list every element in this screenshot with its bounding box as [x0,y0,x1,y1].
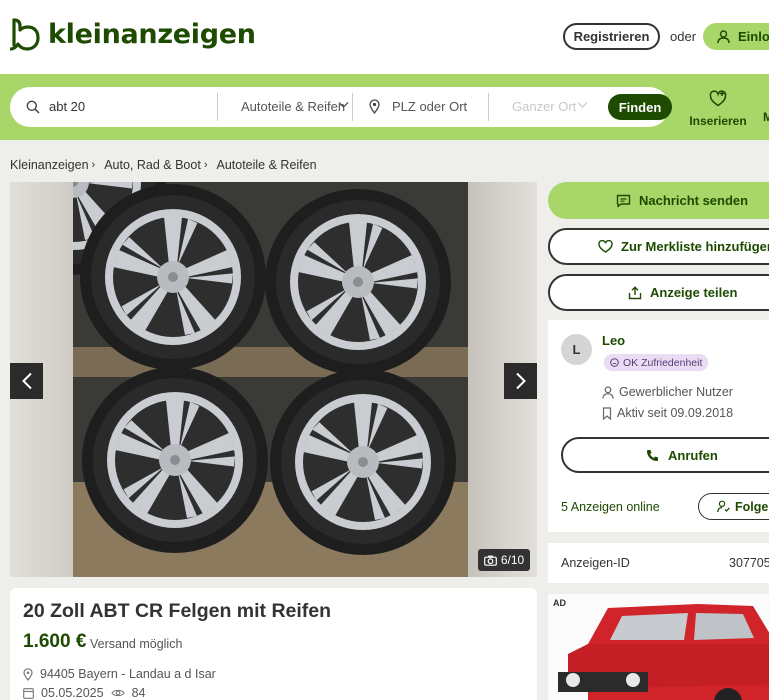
login-button[interactable]: Einlog [703,23,769,50]
ad-location-text: 94405 Bayern - Landau a d Isar [40,667,216,681]
radius-select[interactable]: Ganzer Ort [512,99,576,114]
wheels-photo[interactable] [73,182,468,577]
user-icon [717,29,730,43]
ad-id-value: 3077053 [729,556,769,570]
satisfaction-label: OK Zufriedenheit [623,356,703,369]
gallery-prev-button[interactable] [10,363,43,399]
chevron-left-icon [21,372,32,390]
location-pin-icon [369,99,380,114]
breadcrumb-label: Autoteile & Reifen [216,158,317,172]
eye-icon [110,689,125,697]
find-button[interactable]: Finden [608,94,672,120]
chevron-down-icon [338,102,349,108]
share-icon [628,285,642,299]
search-band: abt 20 Autoteile & Reifen PLZ oder Ort G… [0,74,769,140]
chevron-right-icon [515,372,526,390]
avatar[interactable]: L [561,334,592,365]
ad-location: 94405 Bayern - Landau a d Isar [23,667,216,681]
camera-icon [483,555,497,566]
divider [352,93,353,121]
add-to-watchlist-button[interactable]: Zur Merkliste hinzufügen [548,228,769,265]
breadcrumb-label: Auto, Rad & Boot [104,158,201,172]
ad-date: 05.05.2025 [41,686,104,700]
location-input[interactable]: PLZ oder Ort [392,99,467,114]
shipping-note: Versand möglich [90,637,183,651]
ad-price: 1.600 € [23,631,87,652]
ad-title: 20 Zoll ABT CR Felgen mit Reifen [23,600,332,622]
bookmark-icon [602,406,612,420]
category-select[interactable]: Autoteile & Reifen [241,99,345,114]
menu-label[interactable]: M [763,110,769,124]
register-button[interactable]: Registrieren [563,23,660,50]
watchlist-label: Zur Merkliste hinzufügen [621,239,769,254]
chevron-right-icon: › [203,159,208,171]
top-header: kleinanzeigen Registrieren oder Einlog [0,0,769,74]
seller-card: L Leo OK Zufriedenheit Gewerblicher Nutz… [548,320,769,532]
ad-id-label: Anzeigen-ID [561,556,630,570]
heart-icon [598,240,613,253]
post-ad-icon [709,90,727,107]
share-ad-button[interactable]: Anzeige teilen [548,274,769,311]
ad-meta: 05.05.2025 84 [23,686,145,700]
advertisement[interactable]: AD [548,594,769,700]
post-ad-button[interactable]: Inserieren [688,90,748,128]
chevron-down-icon [577,102,588,108]
image-gallery [10,182,537,577]
logo-text: kleinanzeigen [48,18,256,50]
search-bar: abt 20 Autoteile & Reifen PLZ oder Ort G… [10,87,672,127]
share-label: Anzeige teilen [650,285,738,300]
logo-mark-icon [9,17,40,51]
divider [217,93,218,121]
seller-name[interactable]: Leo [602,333,625,348]
image-counter-text: 6/10 [500,553,525,567]
ad-views: 84 [131,686,146,700]
chat-icon [616,194,631,207]
chevron-right-icon: › [91,159,96,171]
satisfaction-badge: OK Zufriedenheit [604,354,709,371]
post-ad-label: Inserieren [689,114,747,128]
search-icon [26,100,40,114]
user-icon [602,385,614,399]
ad-id-card: Anzeigen-ID 3077053 [548,543,769,583]
smiley-icon [610,358,619,367]
or-label: oder [670,29,697,44]
login-label: Einlog [738,29,769,44]
logo[interactable]: kleinanzeigen [9,17,256,51]
breadcrumb-item[interactable]: Autoteile & Reifen [216,158,316,172]
breadcrumb-item[interactable]: Kleinanzeigen › [10,158,95,172]
follow-label: Folgen [735,499,769,514]
phone-icon [647,449,658,461]
call-label: Anrufen [668,447,718,463]
follow-user-icon [717,500,730,513]
seller-type-text: Gewerblicher Nutzer [619,385,733,399]
seller-type: Gewerblicher Nutzer [602,385,733,399]
search-input[interactable]: abt 20 [49,99,85,114]
calendar-icon [23,688,34,699]
divider [488,93,489,121]
seller-ads-count[interactable]: 5 Anzeigen online [561,500,660,514]
location-pin-icon [23,667,33,681]
seller-active-since: Aktiv seit 09.09.2018 [602,406,733,420]
ad-car-image [548,594,769,700]
ad-info-card: 20 Zoll ABT CR Felgen mit Reifen 1.600 €… [10,588,537,700]
breadcrumb-label: Kleinanzeigen [10,158,89,172]
gallery-next-button[interactable] [504,363,537,399]
send-message-label: Nachricht senden [639,193,749,208]
follow-button[interactable]: Folgen [698,493,769,520]
call-button[interactable]: Anrufen [561,437,769,473]
image-counter: 6/10 [478,549,530,571]
active-since-text: Aktiv seit 09.09.2018 [617,406,734,420]
breadcrumb-item[interactable]: Auto, Rad & Boot › [104,158,207,172]
ad-tag: AD [553,598,566,608]
send-message-button[interactable]: Nachricht senden [548,182,769,219]
breadcrumb: Kleinanzeigen › Auto, Rad & Boot › Autotei… [10,158,317,172]
